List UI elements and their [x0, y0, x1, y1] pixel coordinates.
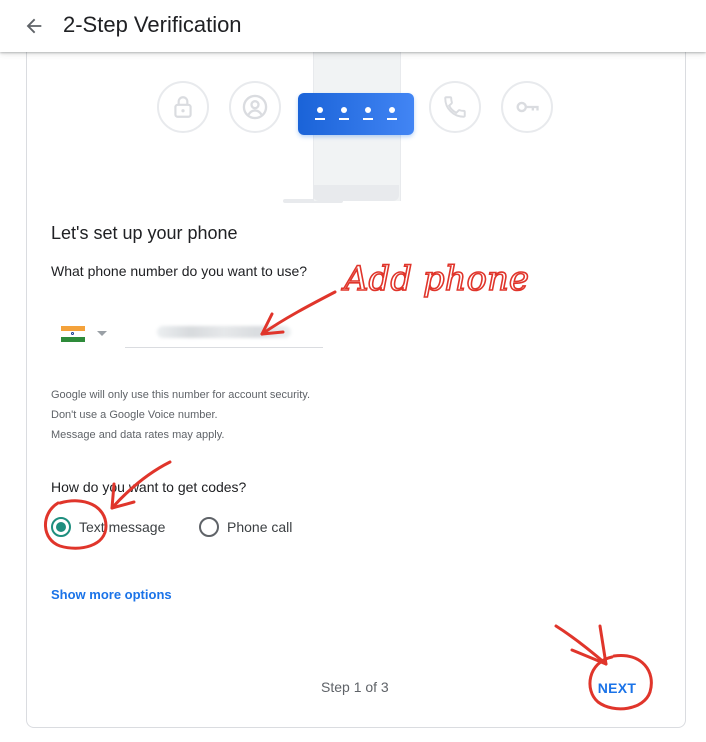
code-digit	[315, 107, 325, 121]
code-digit	[363, 107, 373, 121]
radio-text-message[interactable]: Text message	[51, 515, 165, 539]
page: 2-Step Verification Let's set up your ph…	[0, 0, 706, 742]
help-text-rates: Message and data rates may apply.	[51, 429, 225, 441]
india-flag-icon[interactable]	[61, 326, 85, 342]
phone-base	[313, 185, 399, 201]
help-text-voice: Don't use a Google Voice number.	[51, 409, 218, 421]
next-button[interactable]: NEXT	[587, 671, 647, 705]
account-icon	[229, 81, 281, 133]
step-indicator: Step 1 of 3	[321, 679, 389, 695]
phone-icon	[429, 81, 481, 133]
code-digit	[387, 107, 397, 121]
key-icon	[501, 81, 553, 133]
radio-button-checked[interactable]	[51, 517, 71, 537]
page-title: 2-Step Verification	[63, 12, 242, 37]
lock-icon	[157, 81, 209, 133]
codes-question: How do you want to get codes?	[51, 479, 247, 495]
help-text-security: Google will only use this number for acc…	[51, 389, 311, 401]
verification-illustration	[27, 41, 685, 221]
redacted-phone-number	[157, 326, 291, 338]
code-digit	[339, 107, 349, 121]
back-button[interactable]	[18, 10, 50, 42]
radio-label: Text message	[79, 519, 166, 535]
arrow-back-icon	[26, 18, 42, 34]
setup-heading: Let's set up your phone	[51, 223, 238, 243]
country-dropdown-icon[interactable]	[97, 331, 107, 336]
show-more-options-link[interactable]: Show more options	[51, 587, 172, 602]
radio-label: Phone call	[227, 519, 293, 535]
verification-code-graphic	[298, 93, 414, 135]
phone-question: What phone number do you want to use?	[51, 263, 308, 279]
setup-card: Let's set up your phone What phone numbe…	[26, 40, 686, 728]
radio-button-unchecked[interactable]	[199, 517, 219, 537]
radio-phone-call[interactable]: Phone call	[199, 515, 292, 539]
phone-entry-row	[61, 315, 323, 349]
app-header: 2-Step Verification	[0, 0, 706, 52]
